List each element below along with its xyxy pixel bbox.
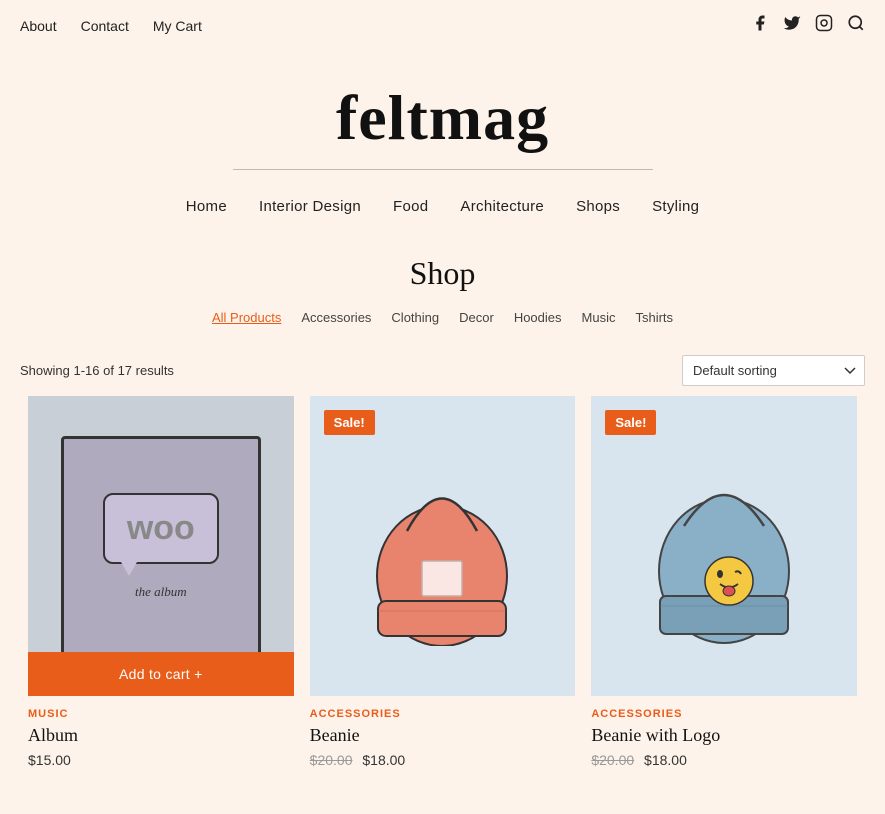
product-category-beanie: ACCESSORIES	[310, 708, 576, 720]
nav-contact[interactable]: Contact	[81, 18, 129, 34]
product-category-album: MUSIC	[28, 708, 294, 720]
filter-tshirts[interactable]: Tshirts	[635, 310, 673, 325]
filter-music[interactable]: Music	[582, 310, 616, 325]
filter-clothing[interactable]: Clothing	[391, 310, 439, 325]
original-price-beanie-logo: $20.00	[591, 752, 634, 768]
nav-styling[interactable]: Styling	[652, 198, 699, 215]
nav-shops[interactable]: Shops	[576, 198, 620, 215]
filter-tabs: All Products Accessories Clothing Decor …	[20, 310, 865, 325]
sale-badge-beanie: Sale!	[324, 410, 375, 435]
sale-badge-beanie-logo: Sale!	[605, 410, 656, 435]
results-bar: Showing 1-16 of 17 results Default sorti…	[0, 345, 885, 396]
twitter-icon[interactable]	[783, 14, 801, 37]
product-card-album: woo the album Add to cart + MUSIC Album …	[20, 396, 302, 784]
shop-title: Shop	[20, 255, 865, 292]
filter-decor[interactable]: Decor	[459, 310, 494, 325]
product-name-beanie: Beanie	[310, 725, 576, 746]
nav-mycart[interactable]: My Cart	[153, 18, 202, 34]
product-name-beanie-logo: Beanie with Logo	[591, 725, 857, 746]
filter-accessories[interactable]: Accessories	[301, 310, 371, 325]
sale-price-beanie: $18.00	[362, 752, 405, 768]
product-image-album: woo the album Add to cart +	[28, 396, 294, 696]
filter-all-products[interactable]: All Products	[212, 310, 281, 325]
product-image-beanie-logo: Sale!	[591, 396, 857, 696]
add-to-cart-album[interactable]: Add to cart +	[28, 652, 294, 696]
product-price-beanie-logo: $20.00 $18.00	[591, 752, 857, 768]
product-price-beanie: $20.00 $18.00	[310, 752, 576, 768]
product-grid: woo the album Add to cart + MUSIC Album …	[0, 396, 885, 814]
product-card-beanie-logo: Sale! AC	[583, 396, 865, 784]
facebook-icon[interactable]	[751, 14, 769, 37]
product-name-album: Album	[28, 725, 294, 746]
site-logo[interactable]: feltmag	[0, 81, 885, 155]
product-category-beanie-logo: ACCESSORIES	[591, 708, 857, 720]
filter-hoodies[interactable]: Hoodies	[514, 310, 562, 325]
logo-section: feltmag	[0, 51, 885, 180]
top-bar: About Contact My Cart	[0, 0, 885, 51]
shop-section: Shop All Products Accessories Clothing D…	[0, 245, 885, 325]
product-price-album: $15.00	[28, 752, 294, 768]
instagram-icon[interactable]	[815, 14, 833, 37]
sort-select[interactable]: Default sorting Sort by popularity Sort …	[682, 355, 865, 386]
nav-home[interactable]: Home	[186, 198, 227, 215]
nav-about[interactable]: About	[20, 18, 57, 34]
nav-food[interactable]: Food	[393, 198, 428, 215]
sale-price-beanie-logo: $18.00	[644, 752, 687, 768]
top-nav-right	[751, 14, 865, 37]
nav-interior-design[interactable]: Interior Design	[259, 198, 361, 215]
product-image-beanie: Sale!	[310, 396, 576, 696]
product-card-beanie: Sale! ACCESSORIES Beanie $20.00 $18.00	[302, 396, 584, 784]
search-icon[interactable]	[847, 14, 865, 37]
main-nav: Home Interior Design Food Architecture S…	[0, 180, 885, 245]
logo-divider	[233, 169, 653, 170]
nav-architecture[interactable]: Architecture	[460, 198, 544, 215]
top-nav-left: About Contact My Cart	[20, 18, 202, 34]
original-price-beanie: $20.00	[310, 752, 353, 768]
results-count: Showing 1-16 of 17 results	[20, 363, 174, 378]
